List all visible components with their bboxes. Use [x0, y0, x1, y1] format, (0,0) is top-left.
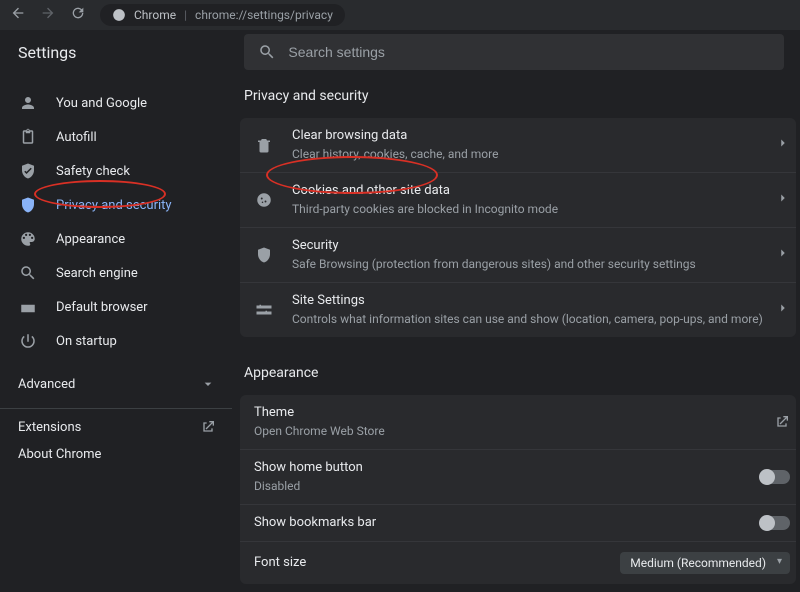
row-theme[interactable]: Theme Open Chrome Web Store — [240, 395, 796, 449]
back-button[interactable] — [10, 5, 26, 25]
main: Privacy and security Clear browsing data… — [232, 74, 800, 592]
cookie-icon — [254, 190, 274, 210]
sidebar-item-default[interactable]: Default browser — [0, 290, 232, 324]
row-subtitle: Clear history, cookies, cache, and more — [292, 146, 776, 162]
omnibox-scheme: Chrome — [134, 8, 176, 22]
row-subtitle: Third-party cookies are blocked in Incog… — [292, 201, 776, 217]
row-title: Security — [292, 238, 776, 254]
sidebar-item-label: You and Google — [56, 96, 147, 111]
chevron-right-icon — [776, 191, 790, 209]
row-title: Clear browsing data — [292, 128, 776, 144]
row-clear-browsing-data[interactable]: Clear browsing data Clear history, cooki… — [240, 118, 796, 172]
toggle-bookmarks-bar[interactable] — [760, 516, 790, 530]
row-title: Theme — [254, 405, 774, 421]
browser-icon — [18, 297, 38, 317]
sidebar-item-label: Search engine — [56, 266, 138, 281]
palette-icon — [18, 229, 38, 249]
sliders-icon — [254, 300, 274, 320]
chrome-icon — [112, 8, 126, 22]
row-subtitle: Safe Browsing (protection from dangerous… — [292, 256, 776, 272]
sidebar-item-search[interactable]: Search engine — [0, 256, 232, 290]
appearance-card: Theme Open Chrome Web Store Show home bu… — [240, 395, 796, 584]
open-external-icon — [774, 414, 790, 430]
sidebar-item-safety[interactable]: Safety check — [0, 154, 232, 188]
browser-bar: Chrome | chrome://settings/privacy — [0, 0, 800, 30]
search-input[interactable] — [288, 44, 770, 60]
power-icon — [18, 331, 38, 351]
row-subtitle: Disabled — [254, 478, 760, 494]
advanced-label: Advanced — [18, 377, 75, 392]
page-title: Settings — [18, 43, 76, 62]
sidebar-item-appearance[interactable]: Appearance — [0, 222, 232, 256]
section-heading-appearance: Appearance — [244, 365, 796, 381]
section-heading-privacy: Privacy and security — [244, 88, 796, 104]
row-subtitle: Controls what information sites can use … — [292, 311, 776, 327]
search-icon — [258, 43, 276, 61]
row-font-size[interactable]: Font size Medium (Recommended) — [240, 541, 796, 584]
about-label: About Chrome — [18, 447, 101, 462]
row-home-button[interactable]: Show home button Disabled — [240, 449, 796, 504]
chevron-right-icon — [776, 246, 790, 264]
sidebar-item-label: Privacy and security — [56, 198, 172, 213]
forward-button[interactable] — [40, 5, 56, 25]
reload-button[interactable] — [70, 5, 86, 25]
shield-check-icon — [18, 161, 38, 181]
row-cookies[interactable]: Cookies and other site data Third-party … — [240, 172, 796, 227]
row-bookmarks-bar[interactable]: Show bookmarks bar — [240, 504, 796, 541]
chevron-right-icon — [776, 136, 790, 154]
row-site-settings[interactable]: Site Settings Controls what information … — [240, 282, 796, 337]
sidebar-item-autofill[interactable]: Autofill — [0, 120, 232, 154]
extensions-label: Extensions — [18, 420, 81, 435]
sidebar-item-label: Appearance — [56, 232, 125, 247]
omnibox[interactable]: Chrome | chrome://settings/privacy — [100, 4, 345, 26]
person-icon — [18, 93, 38, 113]
shield-icon — [254, 245, 274, 265]
sidebar-item-label: On startup — [56, 334, 117, 349]
row-title: Site Settings — [292, 293, 776, 309]
sidebar-extensions[interactable]: Extensions — [0, 409, 232, 445]
open-external-icon — [200, 419, 216, 435]
chevron-down-icon — [200, 376, 216, 392]
settings-header: Settings — [0, 30, 800, 74]
clipboard-icon — [18, 127, 38, 147]
toggle-home-button[interactable] — [760, 470, 790, 484]
search-icon — [18, 263, 38, 283]
sidebar-item-you[interactable]: You and Google — [0, 86, 232, 120]
row-title: Cookies and other site data — [292, 183, 776, 199]
sidebar-item-startup[interactable]: On startup — [0, 324, 232, 358]
row-subtitle: Open Chrome Web Store — [254, 423, 774, 439]
sidebar: You and Google Autofill Safety check Pri… — [0, 74, 232, 592]
sidebar-advanced[interactable]: Advanced — [0, 366, 232, 402]
shield-icon — [18, 195, 38, 215]
sidebar-about[interactable]: About Chrome — [0, 445, 232, 472]
font-size-select[interactable]: Medium (Recommended) — [620, 552, 790, 574]
row-title: Show home button — [254, 460, 760, 476]
sidebar-item-label: Default browser — [56, 300, 148, 315]
omnibox-url: chrome://settings/privacy — [195, 8, 333, 22]
row-title: Show bookmarks bar — [254, 515, 760, 531]
trash-icon — [254, 135, 274, 155]
sidebar-item-label: Safety check — [56, 164, 130, 179]
row-security[interactable]: Security Safe Browsing (protection from … — [240, 227, 796, 282]
search-settings[interactable] — [244, 34, 784, 70]
sidebar-item-label: Autofill — [56, 130, 97, 145]
chevron-right-icon — [776, 301, 790, 319]
row-title: Font size — [254, 555, 620, 571]
privacy-card: Clear browsing data Clear history, cooki… — [240, 118, 796, 337]
sidebar-item-privacy[interactable]: Privacy and security — [0, 188, 232, 222]
